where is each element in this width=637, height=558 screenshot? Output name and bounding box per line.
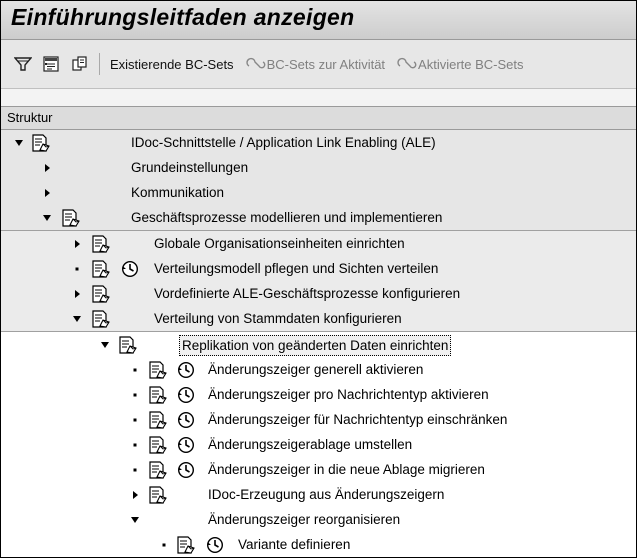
documentation-icon[interactable] — [148, 436, 168, 454]
tree-node[interactable]: IDoc-Schnittstelle / Application Link En… — [1, 130, 636, 155]
execute-activity-icon[interactable] — [121, 260, 139, 278]
tree-node-label[interactable]: Änderungszeiger für Nachrichtentyp einsc… — [208, 407, 507, 432]
tree-node-label[interactable]: Variante definieren — [238, 532, 350, 557]
leaf-bullet-icon — [129, 432, 141, 457]
tree-node[interactable]: Variante definieren — [1, 532, 636, 557]
structure-tree: IDoc-Schnittstelle / Application Link En… — [1, 130, 636, 557]
documentation-icon[interactable] — [91, 235, 111, 253]
documentation-icon[interactable] — [91, 260, 111, 278]
expand-arrow-icon[interactable] — [41, 205, 53, 230]
tree-node[interactable]: Globale Organisationseinheiten einrichte… — [1, 231, 636, 256]
tree-node[interactable]: Kommunikation — [1, 180, 636, 205]
collapse-arrow-icon[interactable] — [41, 155, 53, 180]
tree-node-label[interactable]: Änderungszeiger in die neue Ablage migri… — [208, 457, 485, 482]
collapse-arrow-icon[interactable] — [41, 180, 53, 205]
execute-activity-icon[interactable] — [177, 436, 195, 454]
documentation-icon[interactable] — [91, 285, 111, 303]
tree-node[interactable]: Änderungszeiger generell aktivieren — [1, 357, 636, 382]
execute-activity-icon[interactable] — [177, 386, 195, 404]
tree-node[interactable]: Änderungszeiger in die neue Ablage migri… — [1, 457, 636, 482]
expand-arrow-icon[interactable] — [71, 306, 83, 331]
tree-node[interactable]: Änderungszeigerablage umstellen — [1, 432, 636, 457]
tree-node-label[interactable]: Kommunikation — [131, 180, 224, 205]
expand-arrow-icon[interactable] — [99, 332, 111, 357]
collapse-arrow-icon[interactable] — [71, 281, 83, 306]
activated-bc-sets-label: Aktivierte BC-Sets — [418, 56, 524, 72]
tree-node[interactable]: IDoc-Erzeugung aus Änderungszeigern — [1, 482, 636, 507]
tree-column-header: Struktur — [1, 106, 636, 130]
documentation-icon[interactable] — [148, 361, 168, 379]
bc-set-icon — [245, 56, 266, 72]
expand-arrow-icon[interactable] — [13, 130, 25, 155]
execute-activity-icon[interactable] — [177, 361, 195, 379]
bc-set-icon — [397, 56, 417, 72]
bc-sets-activity-button[interactable]: BC-Sets zur Aktivität — [245, 56, 386, 72]
leaf-bullet-icon — [129, 357, 141, 382]
tree-node-label[interactable]: Änderungszeiger generell aktivieren — [208, 357, 423, 382]
info-legend-icon[interactable] — [42, 55, 60, 73]
execute-activity-icon[interactable] — [177, 461, 195, 479]
tree-node[interactable]: Änderungszeiger für Nachrichtentyp einsc… — [1, 407, 636, 432]
documentation-icon[interactable] — [148, 461, 168, 479]
leaf-bullet-icon — [129, 382, 141, 407]
tree-node-label[interactable]: Änderungszeiger pro Nachrichtentyp aktiv… — [208, 382, 489, 407]
bc-sets-activity-label: BC-Sets zur Aktivität — [266, 56, 386, 72]
collapse-arrow-icon[interactable] — [129, 482, 141, 507]
tree-node-label[interactable]: Vordefinierte ALE-Geschäftsprozesse konf… — [154, 281, 460, 306]
collapse-arrow-icon[interactable] — [71, 231, 83, 256]
documentation-icon[interactable] — [176, 536, 196, 554]
title-bar: Einführungsleitfaden anzeigen — [1, 1, 636, 40]
tree-node-label[interactable]: Verteilungsmodell pflegen und Sichten ve… — [154, 256, 438, 281]
tree-node-label[interactable]: Änderungszeiger reorganisieren — [208, 507, 400, 532]
expand-arrow-icon[interactable] — [129, 507, 141, 532]
tree-node-label[interactable]: Replikation von geänderten Daten einrich… — [179, 335, 452, 356]
execute-activity-icon[interactable] — [206, 536, 224, 554]
activated-bc-sets-button[interactable]: Aktivierte BC-Sets — [397, 56, 524, 72]
where-used-icon[interactable] — [70, 55, 88, 73]
app-window: Einführungsleitfaden anzeigen Existieren… — [0, 0, 637, 558]
application-toolbar: Existierende BC-Sets BC-Sets zur Aktivit… — [1, 40, 636, 89]
tree-node-label[interactable]: Geschäftsprozesse modellieren und implem… — [131, 205, 442, 230]
tree-node[interactable]: Geschäftsprozesse modellieren und implem… — [1, 205, 636, 230]
documentation-icon[interactable] — [118, 336, 138, 354]
tree-node[interactable]: Verteilung von Stammdaten konfigurieren — [1, 306, 636, 331]
execute-activity-icon[interactable] — [177, 411, 195, 429]
tree-node-label[interactable]: Verteilung von Stammdaten konfigurieren — [154, 306, 402, 331]
tree-node-label[interactable]: Globale Organisationseinheiten einrichte… — [154, 231, 405, 256]
leaf-bullet-icon — [71, 256, 83, 281]
documentation-icon[interactable] — [148, 486, 168, 504]
toolbar-separator — [99, 53, 100, 75]
tree-node[interactable]: Verteilungsmodell pflegen und Sichten ve… — [1, 256, 636, 281]
tree-node[interactable]: Änderungszeiger pro Nachrichtentyp aktiv… — [1, 382, 636, 407]
tree-node[interactable]: Änderungszeiger reorganisieren — [1, 507, 636, 532]
leaf-bullet-icon — [129, 457, 141, 482]
leaf-bullet-icon — [129, 407, 141, 432]
window-title: Einführungsleitfaden anzeigen — [11, 4, 355, 30]
documentation-icon[interactable] — [91, 310, 111, 328]
documentation-icon[interactable] — [148, 386, 168, 404]
tree-node-label[interactable]: IDoc-Erzeugung aus Änderungszeigern — [208, 482, 444, 507]
documentation-icon[interactable] — [148, 411, 168, 429]
tree-node[interactable]: Vordefinierte ALE-Geschäftsprozesse konf… — [1, 281, 636, 306]
tree-node[interactable]: Grundeinstellungen — [1, 155, 636, 180]
toolbar-spacer — [1, 89, 636, 106]
filter-icon[interactable] — [14, 55, 32, 73]
documentation-icon[interactable] — [31, 134, 51, 152]
leaf-bullet-icon — [158, 532, 170, 557]
documentation-icon[interactable] — [61, 209, 81, 227]
tree-node[interactable]: Replikation von geänderten Daten einrich… — [1, 332, 636, 357]
tree-node-label[interactable]: Grundeinstellungen — [131, 155, 248, 180]
tree-node-label[interactable]: IDoc-Schnittstelle / Application Link En… — [131, 130, 436, 155]
existing-bc-sets-button[interactable]: Existierende BC-Sets — [110, 57, 234, 72]
tree-node-label[interactable]: Änderungszeigerablage umstellen — [208, 432, 412, 457]
